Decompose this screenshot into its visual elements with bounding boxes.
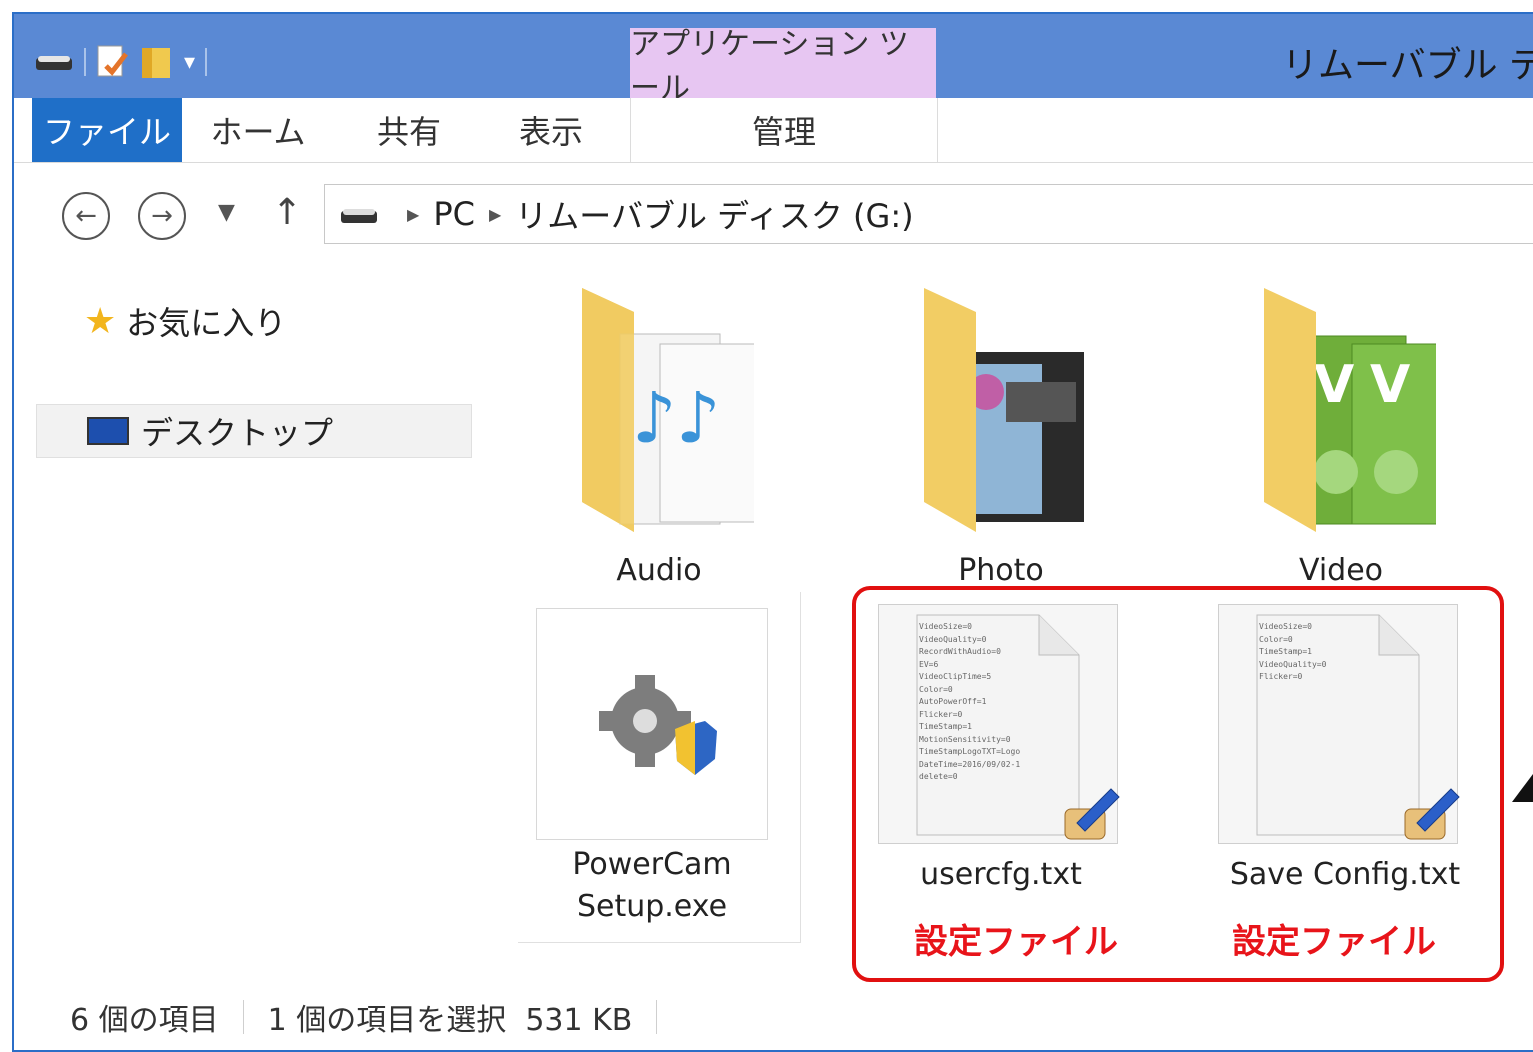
title-bar: ▾ アプリケーション ツール リムーバブル ディ [14,14,1533,106]
folder-video[interactable]: V V Video [1226,282,1456,592]
tab-view[interactable]: 表示 [496,98,606,162]
nav-item-favorites[interactable]: ★ お気に入り [84,298,286,344]
tab-file[interactable]: ファイル [32,98,182,162]
star-icon: ★ [84,300,117,342]
monitor-icon [87,417,129,445]
svg-text:V: V [1370,355,1410,415]
toolbar-separator [205,48,208,76]
notepad-pencil-icon [1064,788,1120,840]
file-save-config-label[interactable]: Save Config.txt [1210,854,1480,896]
toolbar-separator [84,48,86,76]
up-arrow-icon[interactable]: ↑ [272,192,302,233]
recent-locations-chevron-icon[interactable]: ▼ [218,200,235,225]
nav-item-desktop[interactable]: デスクトップ [36,404,472,458]
navigation-pane: ★ お気に入り デスクトップ [14,266,484,986]
drive-icon [341,209,377,223]
annotation-settings-file: 設定ファイル [914,922,1118,962]
item-count: 6 個の項目 [70,1003,219,1038]
status-separator [242,1000,244,1034]
breadcrumb-separator-icon[interactable]: ▶ [407,205,419,224]
ribbon-tabs: ファイル ホーム 共有 表示 管理 [14,98,1533,163]
new-folder-icon[interactable] [140,44,174,80]
status-bar: 6 個の項目 1 個の項目を選択 531 KB [14,986,1533,1048]
file-save-config-preview[interactable]: VideoSize=0 Color=0 TimeStamp=1 VideoQua… [1218,604,1460,844]
quick-access-toolbar: ▾ [34,42,208,82]
nav-item-label: デスクトップ [141,414,334,452]
notepad-pencil-icon [1404,788,1460,840]
status-separator [656,1000,658,1034]
breadcrumb-removable-disk[interactable]: リムーバブル ディスク (G:) [515,191,913,237]
pointer-arrow-icon [1512,774,1533,802]
properties-icon[interactable] [96,44,130,80]
tab-home[interactable]: ホーム [198,98,318,162]
item-name: Save Config.txt [1229,857,1461,892]
forward-arrow-icon[interactable]: → [138,192,186,240]
svg-text:V: V [1314,355,1354,415]
audio-folder-icon: ♪ ♪ [582,288,757,532]
item-name: Audio [616,553,702,588]
drive-icon[interactable] [34,50,74,74]
selection-frame [518,592,801,943]
application-tools-context-tab: アプリケーション ツール [630,27,936,106]
file-usercfg-preview[interactable]: VideoSize=0 VideoQuality=0 RecordWithAud… [878,604,1120,844]
customize-toolbar-icon[interactable]: ▾ [184,50,195,75]
folder-audio[interactable]: ♪ ♪ Audio [544,282,774,592]
annotation-settings-file: 設定ファイル [1232,922,1436,962]
photo-folder-icon [924,288,1084,532]
address-bar[interactable]: ▶ PC ▶ リムーバブル ディスク (G:) [324,184,1533,244]
breadcrumb-separator-icon[interactable]: ▶ [489,205,501,224]
breadcrumb-pc[interactable]: PC [433,195,475,233]
file-content-preview: VideoSize=0 VideoQuality=0 RecordWithAud… [919,622,1021,781]
selection-info: 1 個の項目を選択 531 KB [267,1003,633,1038]
folder-photo[interactable]: Photo [886,282,1116,592]
video-folder-icon: V V [1264,288,1443,532]
file-content-preview: VideoSize=0 Color=0 TimeStamp=1 VideoQua… [1259,622,1327,681]
window-title: リムーバブル ディ [1282,45,1533,86]
item-name: usercfg.txt [920,857,1082,892]
navigation-bar: ← → ▼ ↑ ▶ PC ▶ リムーバブル ディスク (G:) [14,162,1533,266]
back-arrow-icon[interactable]: ← [62,192,110,240]
nav-item-label: お気に入り [126,304,287,342]
tab-manage[interactable]: 管理 [630,98,938,162]
explorer-window: ▾ アプリケーション ツール リムーバブル ディ ファイル ホーム 共有 表示 … [12,12,1533,1052]
file-usercfg-label[interactable]: usercfg.txt [876,854,1126,896]
tab-share[interactable]: 共有 [354,98,464,162]
